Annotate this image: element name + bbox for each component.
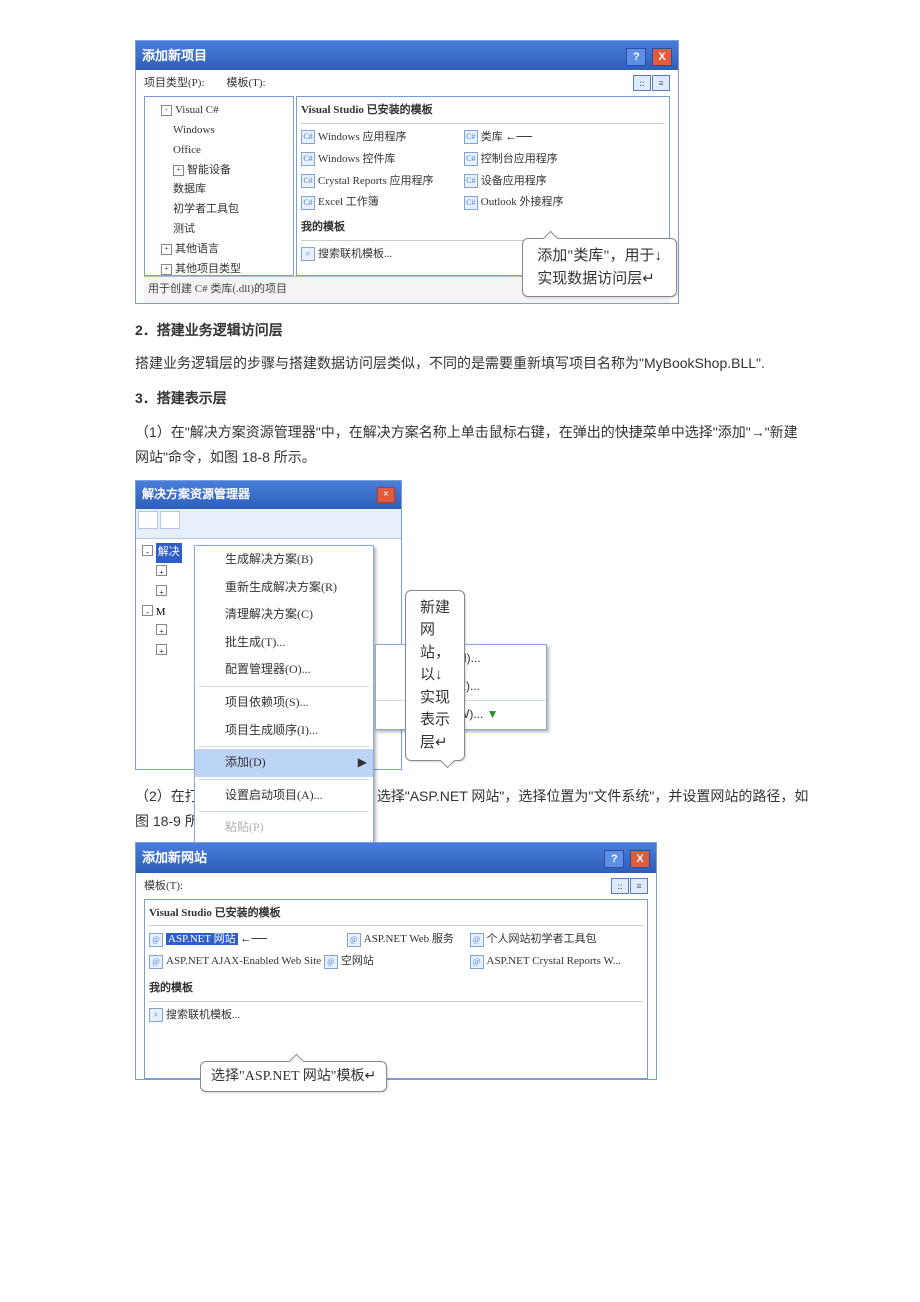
help-icon[interactable]: ?	[604, 850, 624, 868]
template-list[interactable]: Visual Studio 已安装的模板 @ASP.NET 网站 ←── @AS…	[144, 899, 648, 1079]
tree-item[interactable]: Office	[161, 141, 289, 161]
template-item[interactable]: C#Crystal Reports 应用程序	[301, 171, 461, 193]
template-list[interactable]: Visual Studio 已安装的模板 C#Windows 应用程序 C#Wi…	[296, 96, 670, 276]
menu-paste: 粘贴(P)	[195, 814, 373, 842]
callout-aspnet: 选择"ASP.NET 网站"模板↵	[200, 1061, 387, 1092]
help-icon[interactable]: ?	[626, 48, 646, 66]
tree-item[interactable]: 初学者工具包	[161, 200, 289, 220]
tree-item[interactable]: Windows	[161, 121, 289, 141]
tree-item[interactable]: 数据库	[161, 180, 289, 200]
template-item[interactable]: C#Windows 控件库	[301, 149, 461, 171]
template-aspnet-website[interactable]: @ASP.NET 网站 ←──	[149, 929, 344, 951]
tree-item[interactable]: 其他项目类型	[175, 263, 241, 275]
small-icons-view[interactable]: ≡	[652, 75, 670, 91]
small-icons-view[interactable]: ≡	[630, 878, 648, 894]
template-item-classlib[interactable]: C#类库 ←──	[464, 127, 624, 149]
menu-rebuild[interactable]: 重新生成解决方案(R)	[195, 574, 373, 602]
template-item[interactable]: C#Excel 工作簿	[301, 192, 461, 214]
close-icon[interactable]: ×	[377, 487, 395, 503]
close-icon[interactable]: X	[630, 850, 650, 868]
template-label: 模板(T):	[144, 877, 183, 897]
callout-new-website: 新建网站，以↓ 实现表示层↵	[405, 590, 465, 762]
large-icons-view[interactable]: ::	[611, 878, 629, 894]
template-item[interactable]: @个人网站初学者工具包	[470, 929, 630, 951]
close-icon[interactable]: X	[652, 48, 672, 66]
template-label: 模板(T):	[227, 74, 266, 94]
project-type-label: 项目类型(P):	[144, 74, 205, 94]
tool-icon[interactable]	[160, 511, 180, 529]
section-my: 我的模板	[149, 979, 643, 1002]
menu-add[interactable]: 添加(D)▶	[195, 749, 373, 777]
heading-2: 2．搭建业务逻辑访问层	[135, 318, 810, 343]
section-installed: Visual Studio 已安装的模板	[149, 904, 643, 927]
menu-deps[interactable]: 项目依赖项(S)...	[195, 689, 373, 717]
template-item[interactable]: @ASP.NET AJAX-Enabled Web Site @空网站	[149, 951, 344, 973]
section-installed: Visual Studio 已安装的模板	[301, 101, 665, 124]
paragraph: （1）在"解决方案资源管理器"中，在解决方案名称上单击鼠标右键，在弹出的快捷菜单…	[135, 420, 810, 470]
project-type-tree[interactable]: -Visual C# Windows Office +智能设备 数据库 初学者工…	[144, 96, 294, 276]
template-item[interactable]: C#控制台应用程序	[464, 149, 624, 171]
template-item[interactable]: C#Windows 应用程序	[301, 127, 461, 149]
heading-3: 3．搭建表示层	[135, 386, 810, 411]
menu-clean[interactable]: 清理解决方案(C)	[195, 601, 373, 629]
large-icons-view[interactable]: ::	[633, 75, 651, 91]
menu-startup[interactable]: 设置启动项目(A)...	[195, 782, 373, 810]
template-item[interactable]: C#设备应用程序	[464, 171, 624, 193]
add-new-project-dialog: 添加新项目 ? X 项目类型(P): 模板(T): ::≡ -Visual C#…	[135, 40, 679, 304]
context-menu: 生成解决方案(B) 重新生成解决方案(R) 清理解决方案(C) 批生成(T)..…	[194, 545, 374, 843]
paragraph: 搭建业务逻辑层的步骤与搭建数据访问层类似，不同的是需要重新填写项目名称为"MyB…	[135, 351, 810, 376]
dialog-titlebar: 添加新网站 ? X	[136, 843, 656, 872]
dialog-title: 添加新项目	[142, 44, 207, 67]
panel-titlebar: 解决方案资源管理器 ×	[136, 481, 401, 509]
tree-item[interactable]: 测试	[161, 220, 289, 240]
tree-item: +智能设备	[161, 161, 289, 181]
dialog-titlebar: 添加新项目 ? X	[136, 41, 678, 70]
template-item[interactable]: C#Outlook 外接程序	[464, 192, 624, 214]
callout-classlib: 添加"类库"，用于↓ 实现数据访问层↵	[522, 238, 677, 297]
template-item[interactable]: @ASP.NET Web 服务	[347, 929, 467, 951]
search-online-templates[interactable]: ⌕搜索联机模板...	[149, 1005, 643, 1027]
menu-order[interactable]: 项目生成顺序(I)...	[195, 717, 373, 745]
menu-batch[interactable]: 批生成(T)...	[195, 629, 373, 657]
add-new-website-dialog: 添加新网站 ? X 模板(T): ::≡ Visual Studio 已安装的模…	[135, 842, 657, 1079]
tool-icon[interactable]	[138, 511, 158, 529]
solution-explorer: 解决方案资源管理器 × - 解决 + + - M + + 生成解决方案(B) 重…	[135, 480, 402, 770]
dialog-title: 添加新网站	[142, 846, 207, 869]
solution-node[interactable]: 解决	[156, 543, 182, 563]
toolbar	[136, 509, 401, 540]
menu-config[interactable]: 配置管理器(O)...	[195, 656, 373, 684]
panel-title: 解决方案资源管理器	[142, 484, 250, 506]
tree-item[interactable]: 其他语言	[175, 243, 219, 255]
menu-build[interactable]: 生成解决方案(B)	[195, 546, 373, 574]
template-item[interactable]: @ASP.NET Crystal Reports W...	[470, 951, 630, 973]
